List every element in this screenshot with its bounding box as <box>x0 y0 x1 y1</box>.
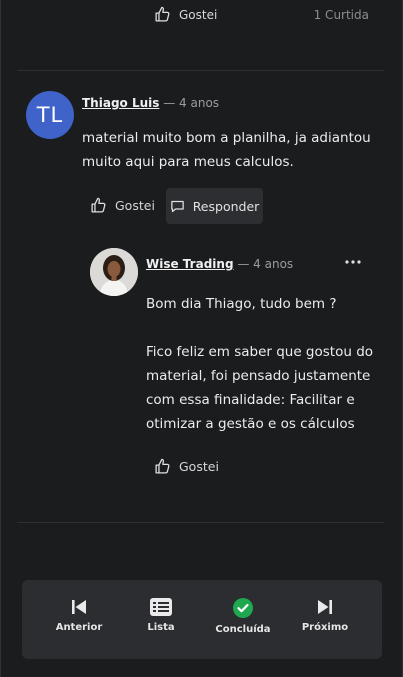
next-button[interactable]: Próximo <box>290 598 360 633</box>
completed-label: Concluída <box>215 624 271 635</box>
like-label: Gostei <box>179 459 219 474</box>
like-label: Gostei <box>115 198 155 213</box>
comment-author-link[interactable]: Thiago Luis <box>82 96 159 110</box>
like-count: 1 Curtida <box>313 8 369 22</box>
more-dots-icon[interactable] <box>343 252 363 272</box>
like-label: Gostei <box>179 7 218 22</box>
list-button[interactable]: Lista <box>126 598 196 633</box>
reply-text: Fico feliz em saber que gostou do materi… <box>146 340 373 436</box>
like-button[interactable]: Gostei <box>154 6 217 23</box>
reply-text-line: material, foi pensado justamente <box>146 368 371 384</box>
lesson-navigation-bar: Anterior Lista Concluída Próximo <box>22 580 382 659</box>
comment-text-line: material muito bom a planilha, ja adiant… <box>82 130 371 146</box>
thumbs-up-icon <box>154 6 171 23</box>
comment-meta: Thiago Luis — 4 anos <box>82 96 219 110</box>
comment-text: material muito bom a planilha, ja adiant… <box>82 126 371 174</box>
previous-label: Anterior <box>55 622 103 633</box>
reply-author-link[interactable]: Wise Trading <box>146 257 234 271</box>
comment-text-line: muito aqui para meus calculos. <box>82 154 294 170</box>
reply-time: — 4 anos <box>237 257 294 271</box>
previous-button[interactable]: Anterior <box>44 598 114 633</box>
reply-button[interactable]: Responder <box>166 188 263 224</box>
skip-next-icon <box>317 598 333 616</box>
reply-text-line: com essa finalidade: Facilitar e <box>146 392 355 408</box>
speech-bubble-icon <box>170 199 185 214</box>
reply-text-line: Fico feliz em saber que gostou do <box>146 344 374 360</box>
completed-button[interactable]: Concluída <box>208 598 278 635</box>
comment-like-button[interactable]: Gostei <box>90 197 155 214</box>
reply-greeting: Bom dia Thiago, tudo bem ? <box>146 296 337 312</box>
divider <box>17 522 384 523</box>
reply-text-line: otimizar a gestão e os cálculos <box>146 416 355 432</box>
avatar[interactable] <box>90 248 138 296</box>
list-icon <box>150 598 172 616</box>
reply-meta: Wise Trading — 4 anos <box>146 257 293 271</box>
reply-like-button[interactable]: Gostei <box>154 458 219 475</box>
reply-label: Responder <box>192 198 260 214</box>
list-label: Lista <box>147 622 175 633</box>
avatar[interactable]: TL <box>26 91 74 139</box>
comment-time: — 4 anos <box>163 96 220 110</box>
next-label: Próximo <box>301 622 349 633</box>
thumbs-up-icon <box>154 458 171 475</box>
thumbs-up-icon <box>90 197 107 214</box>
check-circle-icon <box>233 598 253 618</box>
skip-previous-icon <box>71 598 87 616</box>
divider <box>17 70 384 71</box>
comment-thread-panel: Gostei 1 Curtida TL Thiago Luis — 4 anos… <box>0 0 403 677</box>
